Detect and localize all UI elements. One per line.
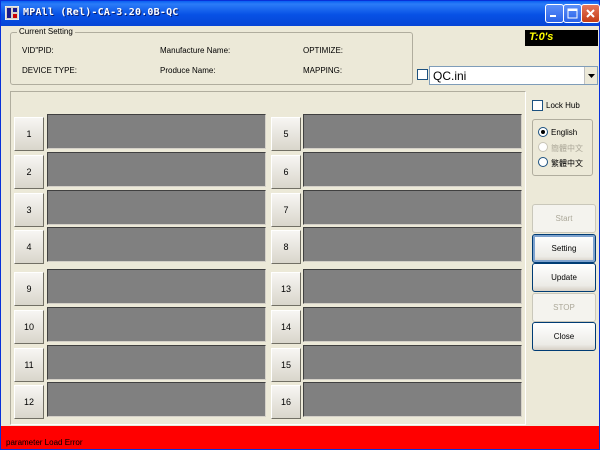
current-setting-group: Current Setting VID"PID: Manufacture Nam…: [10, 27, 413, 85]
chevron-down-icon[interactable]: [584, 67, 597, 84]
timer-display: T:0's: [525, 30, 598, 46]
port-number-16: 16: [271, 385, 301, 419]
port-number-4: 4: [14, 230, 44, 264]
setting-button[interactable]: Setting: [532, 234, 596, 263]
produce-name-label: Produce Name:: [160, 66, 216, 75]
language-label-traditional: 繁體中文: [551, 159, 583, 168]
port-status-panel-9: [47, 269, 266, 304]
optimize-label: OPTIMIZE:: [303, 46, 343, 55]
port-status-panel-16: [303, 382, 522, 417]
port-number-10: 10: [14, 310, 44, 344]
port-number-14: 14: [271, 310, 301, 344]
port-status-panel-15: [303, 345, 522, 380]
port-number-7: 7: [271, 193, 301, 227]
window-title: MPAll (Rel)-CA-3.20.0B-QC: [23, 7, 179, 18]
port-number-2: 2: [14, 155, 44, 189]
close-window-button[interactable]: [581, 4, 600, 23]
language-label-simplified: 簡體中文: [551, 144, 583, 153]
minimize-button[interactable]: [545, 4, 564, 23]
port-status-panel-12: [47, 382, 266, 417]
port-number-15: 15: [271, 348, 301, 382]
port-number-8: 8: [271, 230, 301, 264]
lock-hub-checkbox[interactable]: [532, 100, 543, 111]
port-status-panel-5: [303, 114, 522, 149]
port-number-1: 1: [14, 117, 44, 151]
port-status-panel-11: [47, 345, 266, 380]
update-button[interactable]: Update: [532, 263, 596, 292]
port-number-13: 13: [271, 272, 301, 306]
status-message: parameter Load Error: [6, 438, 83, 447]
port-status-panel-14: [303, 307, 522, 342]
device-type-label: DEVICE TYPE:: [22, 66, 77, 75]
port-number-3: 3: [14, 193, 44, 227]
current-setting-title: Current Setting: [17, 27, 75, 36]
stop-button[interactable]: STOP: [532, 293, 596, 322]
close-button[interactable]: Close: [532, 322, 596, 351]
config-file-select[interactable]: QC.ini: [429, 66, 598, 85]
port-status-panel-13: [303, 269, 522, 304]
port-number-6: 6: [271, 155, 301, 189]
app-window: MPAll (Rel)-CA-3.20.0B-QC Current Settin…: [0, 0, 600, 450]
port-number-12: 12: [14, 385, 44, 419]
vid-pid-label: VID"PID:: [22, 46, 54, 55]
maximize-button[interactable]: [563, 4, 582, 23]
config-checkbox[interactable]: [417, 69, 428, 80]
port-status-panel-2: [47, 152, 266, 187]
language-radio-traditional[interactable]: [538, 157, 548, 167]
config-file-value: QC.ini: [433, 69, 467, 83]
manufacture-name-label: Manufacture Name:: [160, 46, 231, 55]
start-button[interactable]: Start: [532, 204, 596, 233]
port-status-panel-3: [47, 190, 266, 225]
port-status-panel-8: [303, 227, 522, 262]
app-icon: [4, 5, 20, 21]
port-number-5: 5: [271, 117, 301, 151]
title-bar[interactable]: MPAll (Rel)-CA-3.20.0B-QC: [1, 1, 600, 26]
status-bar: parameter Load Error: [1, 426, 599, 449]
language-radio-english[interactable]: [538, 127, 548, 137]
port-status-panel-4: [47, 227, 266, 262]
port-number-9: 9: [14, 272, 44, 306]
lock-hub-label: Lock Hub: [546, 101, 580, 110]
port-status-panel-1: [47, 114, 266, 149]
mapping-label: MAPPING:: [303, 66, 343, 75]
language-radio-simplified[interactable]: [538, 142, 548, 152]
port-status-panel-10: [47, 307, 266, 342]
language-label-english: English: [551, 128, 578, 137]
port-number-11: 11: [14, 348, 44, 382]
port-status-panel-6: [303, 152, 522, 187]
port-status-panel-7: [303, 190, 522, 225]
